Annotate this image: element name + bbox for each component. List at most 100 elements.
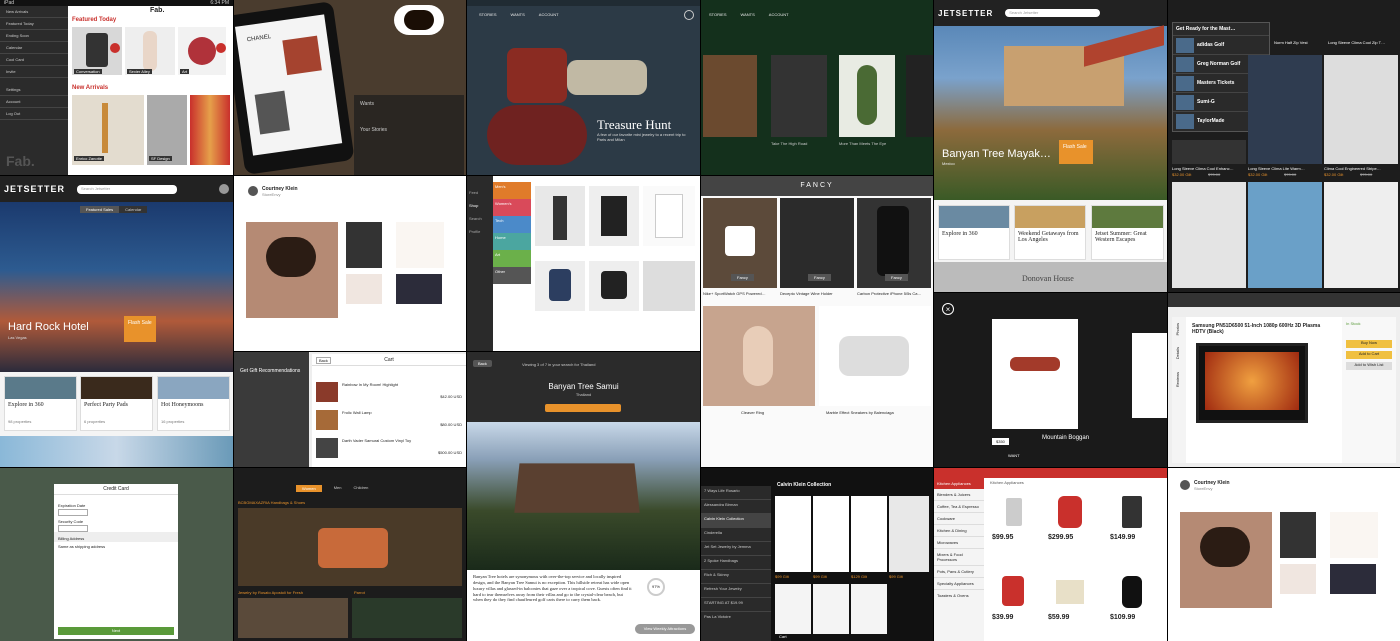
explore-card[interactable]: Jetset Summer: Great Western Escapes: [1091, 205, 1164, 260]
sidebar-item[interactable]: Microwaves: [934, 537, 984, 549]
product-photo[interactable]: [1324, 55, 1398, 164]
villa-photo[interactable]: [467, 422, 700, 570]
appliance-photo[interactable]: [1110, 492, 1154, 532]
hotel-photo[interactable]: Featured Sales Calendar: [0, 202, 233, 372]
sidebar-item[interactable]: Jet Set Jewelry by Jemma: [701, 542, 771, 556]
tab-men[interactable]: Men: [334, 485, 342, 492]
add-to-cart-button[interactable]: Add to Cart: [1346, 351, 1392, 359]
sidebar-item[interactable]: Pas La Victoire: [701, 612, 771, 626]
sidebar-item[interactable]: STARTING AT $19.99: [701, 598, 771, 612]
product-photo[interactable]: [1172, 140, 1246, 164]
pin-photo[interactable]: [346, 274, 382, 304]
sale-banner[interactable]: [238, 508, 462, 586]
category-womens[interactable]: Women's: [493, 199, 531, 216]
explore-card[interactable]: Weekend Getaways from Los Angeles: [1014, 205, 1086, 260]
sidebar-item[interactable]: Alessandra Birman: [701, 500, 771, 514]
wishlist-button[interactable]: Add to Wish List: [1346, 362, 1392, 370]
collection-card[interactable]: Explore in 360 98 properties: [4, 376, 77, 431]
pin-photo[interactable]: [1330, 564, 1376, 594]
expiration-select[interactable]: [58, 509, 88, 516]
collection-card[interactable]: Hot Honeymoons 16 properties: [157, 376, 230, 431]
product-photo[interactable]: [1248, 55, 1322, 164]
product-thumb[interactable]: [643, 186, 695, 246]
menu-item[interactable]: adidas Golf: [1173, 35, 1269, 54]
sidebar-item[interactable]: Mixers & Food Processors: [934, 549, 984, 566]
category-other[interactable]: Other: [493, 267, 531, 284]
product-photo[interactable]: [1324, 182, 1398, 288]
sidebar-item[interactable]: Cool Card: [0, 54, 68, 66]
pin-photo[interactable]: [1180, 512, 1272, 608]
story-card[interactable]: [906, 55, 933, 137]
sidebar-item[interactable]: Kitchen & Dining: [934, 525, 984, 537]
nav-profile[interactable]: Profile: [467, 225, 493, 238]
appliance-photo[interactable]: [1048, 492, 1092, 532]
sidebar-item[interactable]: Cookware: [934, 513, 984, 525]
pin-photo[interactable]: [1280, 512, 1316, 558]
fancy-item[interactable]: [703, 306, 815, 406]
sidebar-item[interactable]: Ending Soon: [0, 30, 68, 42]
appliance-photo[interactable]: [992, 492, 1036, 532]
product-thumb[interactable]: [643, 261, 695, 311]
tab-details[interactable]: Details: [1172, 341, 1183, 365]
fancy-button[interactable]: Fancy: [808, 274, 831, 281]
explore-card[interactable]: Explore in 360: [938, 205, 1010, 260]
story-card[interactable]: [703, 55, 757, 137]
product-thumb[interactable]: [535, 261, 585, 311]
appliance-photo[interactable]: [1110, 572, 1154, 612]
nav-wants[interactable]: WANTS: [511, 12, 525, 17]
product-thumb[interactable]: [535, 186, 585, 246]
product-card[interactable]: [992, 319, 1078, 429]
tab-children[interactable]: Children: [354, 485, 369, 492]
tab-photos[interactable]: Photos: [1172, 317, 1183, 341]
story-card[interactable]: [771, 55, 827, 137]
appliance-photo[interactable]: [1048, 572, 1092, 612]
pin-photo[interactable]: [396, 222, 444, 268]
settings-icon[interactable]: [219, 184, 229, 194]
cart-item[interactable]: Darth Vader Samurai Custom Vinyl Toy $50…: [316, 438, 462, 462]
sidebar-item[interactable]: Refresh Your Jewelry: [701, 584, 771, 598]
house-banner[interactable]: Donovan House: [934, 262, 1167, 292]
appliance-photo[interactable]: [992, 572, 1036, 612]
sidebar-item[interactable]: Account: [0, 96, 68, 108]
attractions-button[interactable]: View Weekly Attractions: [635, 624, 695, 634]
sidebar-item[interactable]: Featured Today: [0, 18, 68, 30]
book-bar[interactable]: [545, 404, 621, 412]
back-button[interactable]: Back: [473, 360, 492, 367]
buy-now-button[interactable]: Buy Now: [1346, 340, 1392, 348]
featured-image[interactable]: [125, 27, 175, 75]
tab-featured-sales[interactable]: Featured Sales: [80, 206, 120, 213]
sidebar-item[interactable]: 2 Spoke Handbags: [701, 556, 771, 570]
sidebar-item[interactable]: Blenders & Juicers: [934, 489, 984, 501]
pin-photo[interactable]: [246, 222, 338, 318]
hotel-photo[interactable]: [934, 25, 1167, 200]
nav-wants[interactable]: WANTS: [741, 12, 755, 17]
cart-item[interactable]: Rainbow In My Room! Highlight $42.00 USD: [316, 382, 462, 406]
look-photo[interactable]: [775, 496, 811, 572]
nav-shop[interactable]: Shop: [467, 199, 493, 212]
nav-account[interactable]: ACCOUNT: [539, 12, 559, 17]
close-button[interactable]: Back: [316, 357, 331, 364]
security-input[interactable]: [58, 525, 88, 532]
sidebar-item[interactable]: Calvin Klein Collection: [701, 514, 771, 528]
look-photo[interactable]: [775, 584, 811, 634]
close-icon[interactable]: ×: [942, 303, 954, 315]
red-circle-icon[interactable]: [110, 43, 120, 53]
fancy-button[interactable]: Fancy: [885, 274, 908, 281]
look-photo[interactable]: [813, 496, 849, 572]
sidebar-item[interactable]: Toasters & Ovens: [934, 590, 984, 601]
search-input[interactable]: Search Jetsetter: [1005, 9, 1101, 17]
collection-card[interactable]: Perfect Party Pads 6 properties: [80, 376, 153, 431]
want-button[interactable]: WANT: [1008, 453, 1020, 458]
nav-search[interactable]: Search: [467, 212, 493, 225]
nav-account[interactable]: ACCOUNT: [769, 12, 789, 17]
tab-calendar[interactable]: Calendar: [119, 206, 148, 213]
tab-reviews[interactable]: Reviews: [1172, 366, 1183, 393]
sale-banner[interactable]: [238, 598, 348, 638]
arrival-image[interactable]: [72, 95, 144, 165]
pin-photo[interactable]: [1330, 512, 1378, 558]
cart-button[interactable]: Cart: [779, 634, 787, 639]
product-photo[interactable]: [1248, 182, 1322, 288]
bag-icon[interactable]: [684, 10, 694, 20]
sidebar-item[interactable]: Coffee, Tea & Espresso: [934, 501, 984, 513]
sidebar-item[interactable]: Log Out: [0, 108, 68, 120]
